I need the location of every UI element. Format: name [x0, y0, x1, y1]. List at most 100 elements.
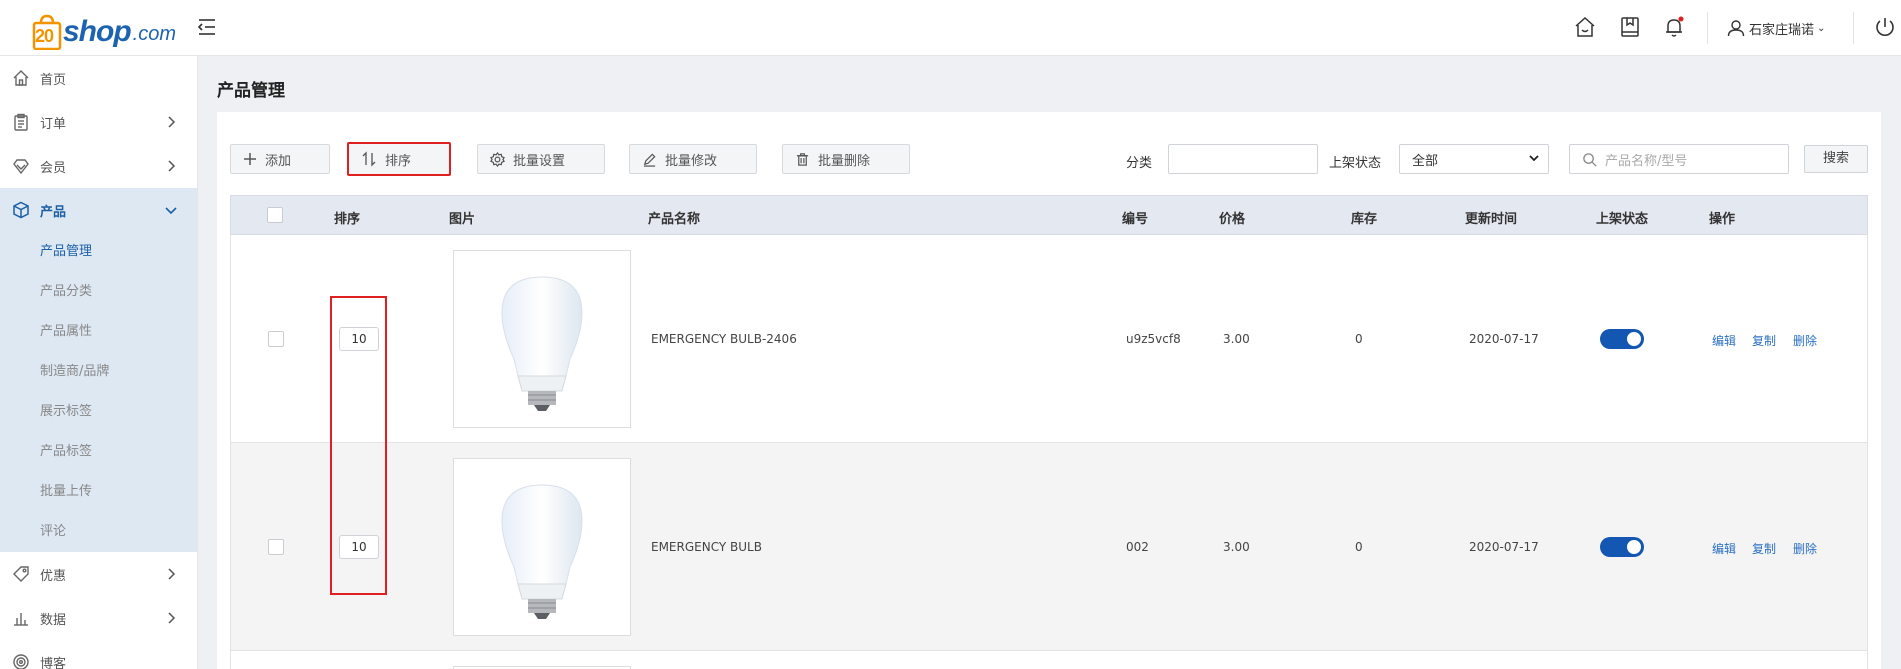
- trash-icon: [796, 152, 809, 166]
- sort-button-label: 排序: [385, 153, 412, 169]
- sidebar-item-members[interactable]: 会员: [0, 144, 197, 188]
- clipboard-icon: [14, 113, 28, 131]
- product-code: 002: [1126, 540, 1149, 554]
- sort-arrows-icon: [362, 151, 376, 167]
- top-header: 20 shop .com 石家庄瑞诺 ⌄: [0, 0, 1901, 56]
- table-row: 10 EMERGENCY BULB 002 3.00 0 2020-07-17 …: [230, 443, 1868, 651]
- sidebar-subitem-display-tags[interactable]: 展示标签: [0, 392, 197, 432]
- header-divider: [1853, 12, 1854, 44]
- page-title: 产品管理: [217, 81, 285, 101]
- sidebar-item-label: 订单: [40, 116, 67, 132]
- sort-button[interactable]: 排序: [347, 142, 451, 176]
- sidebar-subitem-product-attributes[interactable]: 产品属性: [0, 312, 197, 352]
- sidebar-subitem-product-category[interactable]: 产品分类: [0, 272, 197, 312]
- logo-number: 20: [35, 26, 54, 46]
- sidebar-item-blog[interactable]: 博客: [0, 640, 197, 669]
- copy-link[interactable]: 复制: [1752, 540, 1776, 557]
- storefront-icon[interactable]: [1573, 15, 1597, 39]
- bookmark-book-icon[interactable]: [1618, 15, 1642, 39]
- product-name[interactable]: EMERGENCY BULB: [651, 540, 762, 554]
- delete-link[interactable]: 删除: [1793, 332, 1817, 349]
- batch-settings-label: 批量设置: [513, 153, 566, 169]
- sidebar-item-label: 数据: [40, 612, 67, 628]
- product-code: u9z5vcf8: [1126, 332, 1181, 346]
- sidebar-subitem-manufacturer-brand[interactable]: 制造商/品牌: [0, 352, 197, 392]
- on-shelf-toggle[interactable]: [1600, 329, 1644, 349]
- product-search-input[interactable]: 产品名称/型号: [1569, 144, 1789, 174]
- category-input[interactable]: [1168, 144, 1318, 174]
- column-header-stock[interactable]: 库存: [1351, 208, 1377, 227]
- sidebar-subitem-batch-upload[interactable]: 批量上传: [0, 472, 197, 512]
- select-all-checkbox[interactable]: [267, 207, 283, 223]
- column-header-updated[interactable]: 更新时间: [1465, 208, 1517, 227]
- search-placeholder: 产品名称/型号: [1605, 153, 1688, 169]
- sidebar-item-promotions[interactable]: 优惠: [0, 552, 197, 596]
- sidebar: 首页 订单 会员 产品 产品管理 产品分类 产品属性 制造商/品牌 展示标签 产…: [0, 56, 198, 669]
- user-name: 石家庄瑞诺: [1749, 22, 1815, 38]
- row-checkbox[interactable]: [268, 539, 284, 555]
- add-button-label: 添加: [265, 153, 292, 169]
- table-header: 排序 图片 产品名称 编号 价格 库存 更新时间 上架状态 操作: [230, 195, 1868, 235]
- sidebar-item-home[interactable]: 首页: [0, 56, 197, 100]
- chevron-right-icon: [168, 116, 176, 128]
- column-header-actions: 操作: [1709, 212, 1736, 227]
- sidebar-subitem-product-tags[interactable]: 产品标签: [0, 432, 197, 472]
- on-shelf-toggle[interactable]: [1600, 537, 1644, 557]
- edit-link[interactable]: 编辑: [1712, 540, 1736, 557]
- menu-collapse-icon[interactable]: [196, 16, 218, 38]
- batch-edit-label: 批量修改: [665, 153, 718, 169]
- batch-edit-button[interactable]: 批量修改: [629, 144, 757, 174]
- product-name[interactable]: EMERGENCY BULB-2406: [651, 332, 797, 346]
- sidebar-item-data[interactable]: 数据: [0, 596, 197, 640]
- product-price: 3.00: [1223, 540, 1250, 554]
- sidebar-subitem-reviews[interactable]: 评论: [0, 512, 197, 552]
- table-row: 10 EMERGENCY BULB-2406 u9z5vcf8 3.00 0 2…: [230, 235, 1868, 443]
- sidebar-item-label: 会员: [40, 160, 67, 176]
- site-logo[interactable]: 20 shop .com: [32, 6, 176, 51]
- tag-icon: [13, 566, 29, 582]
- column-header-price[interactable]: 价格: [1219, 208, 1245, 227]
- column-header-code[interactable]: 编号: [1122, 208, 1148, 227]
- row-checkbox[interactable]: [268, 331, 284, 347]
- sidebar-item-products[interactable]: 产品: [0, 188, 197, 232]
- column-header-sort[interactable]: 排序: [334, 208, 360, 227]
- home-icon: [13, 70, 29, 86]
- edit-link[interactable]: 编辑: [1712, 332, 1736, 349]
- chevron-right-icon: [168, 612, 176, 624]
- shelf-status-label: 上架状态: [1329, 156, 1382, 171]
- user-menu[interactable]: 石家庄瑞诺 ⌄: [1727, 16, 1825, 40]
- product-thumbnail[interactable]: [453, 250, 631, 428]
- pencil-icon: [643, 152, 656, 167]
- plus-icon: [244, 153, 256, 165]
- header-divider: [1707, 12, 1708, 44]
- sidebar-item-label: 优惠: [40, 568, 67, 584]
- batch-delete-label: 批量删除: [818, 153, 871, 169]
- search-icon: [1583, 152, 1597, 167]
- copy-link[interactable]: 复制: [1752, 332, 1776, 349]
- spiral-icon: [13, 654, 29, 669]
- products-submenu: 产品管理 产品分类 产品属性 制造商/品牌 展示标签 产品标签 批量上传 评论: [0, 232, 197, 552]
- logo-text: shop: [63, 15, 132, 48]
- batch-settings-button[interactable]: 批量设置: [477, 144, 605, 174]
- product-stock: 0: [1355, 332, 1363, 346]
- notification-bell-icon[interactable]: [1662, 15, 1686, 39]
- shelf-status-value: 全部: [1412, 153, 1439, 169]
- add-button[interactable]: 添加: [230, 144, 330, 174]
- search-button[interactable]: 搜索: [1804, 145, 1868, 173]
- shelf-status-select[interactable]: 全部: [1399, 144, 1549, 174]
- diamond-icon: [13, 159, 29, 175]
- category-label: 分类: [1126, 156, 1153, 171]
- column-header-name[interactable]: 产品名称: [648, 208, 700, 227]
- chevron-right-icon: [168, 568, 176, 580]
- shopping-bag-logo-icon: 20: [32, 14, 62, 51]
- power-icon[interactable]: [1873, 15, 1897, 39]
- sidebar-item-orders[interactable]: 订单: [0, 100, 197, 144]
- batch-delete-button[interactable]: 批量删除: [782, 144, 910, 174]
- product-thumbnail[interactable]: [453, 458, 631, 636]
- chevron-down-icon: ⌄: [1817, 22, 1826, 34]
- product-stock: 0: [1355, 540, 1363, 554]
- chevron-down-icon: [1529, 155, 1539, 162]
- sidebar-subitem-product-management[interactable]: 产品管理: [0, 232, 197, 272]
- delete-link[interactable]: 删除: [1793, 540, 1817, 557]
- chevron-down-icon: [165, 207, 177, 215]
